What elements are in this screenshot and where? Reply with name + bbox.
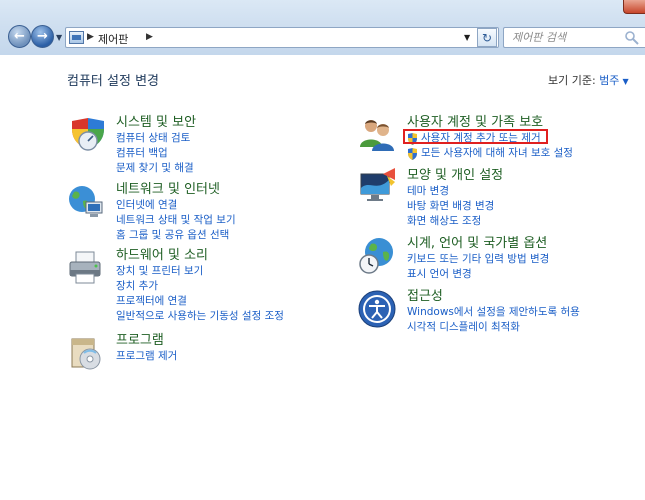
address-bar[interactable]: ▶ 제어판 ▶	[65, 27, 499, 48]
control-panel-icon	[69, 31, 84, 44]
link-mobility-settings[interactable]: 일반적으로 사용하는 기동성 설정 조정	[116, 309, 284, 324]
link-review-status[interactable]: 컴퓨터 상태 검토	[116, 131, 194, 146]
forward-arrow-icon[interactable]: →	[31, 25, 54, 48]
link-connect-internet[interactable]: 인터넷에 연결	[116, 198, 236, 213]
category-title[interactable]: 시스템 및 보안	[116, 115, 196, 130]
link-connect-projector[interactable]: 프로젝터에 연결	[116, 294, 284, 309]
uac-shield-icon	[408, 148, 417, 160]
link-screen-resolution[interactable]: 화면 해상도 조정	[407, 214, 494, 229]
link-homegroup[interactable]: 홈 그룹 및 공유 옵션 선택	[116, 228, 236, 243]
link-backup[interactable]: 컴퓨터 백업	[116, 146, 194, 161]
view-by-control[interactable]: 보기 기준: 범주 ▼	[548, 72, 629, 88]
breadcrumb-arrow-icon[interactable]: ▶	[146, 32, 153, 42]
link-change-keyboard[interactable]: 키보드 또는 기타 입력 방법 변경	[407, 252, 549, 267]
search-icon[interactable]	[624, 30, 640, 46]
users-icon[interactable]	[357, 115, 397, 155]
view-by-value[interactable]: 범주	[599, 74, 619, 87]
category-title[interactable]: 프로그램	[116, 333, 164, 348]
clock-globe-icon[interactable]	[357, 236, 397, 276]
back-arrow-icon[interactable]: ←	[8, 25, 31, 48]
page-title: 컴퓨터 설정 변경	[67, 74, 159, 89]
address-dropdown-icon[interactable]: ▼	[464, 33, 474, 43]
link-display-language[interactable]: 표시 언어 변경	[407, 267, 549, 282]
category-title[interactable]: 네트워크 및 인터넷	[116, 182, 220, 197]
link-suggest-settings[interactable]: Windows에서 설정을 제안하도록 허용	[407, 305, 580, 320]
category-title[interactable]: 시계, 언어 및 국가별 옵션	[407, 236, 547, 251]
category-title[interactable]: 접근성	[407, 289, 443, 304]
link-troubleshoot[interactable]: 문제 찾기 및 해결	[116, 161, 194, 176]
link-add-device[interactable]: 장치 추가	[116, 279, 284, 294]
link-change-theme[interactable]: 테마 변경	[407, 184, 494, 199]
recent-pages-dropdown-icon[interactable]: ▼	[56, 33, 64, 42]
refresh-icon[interactable]: ↻	[477, 28, 497, 47]
view-by-label: 보기 기준:	[548, 74, 596, 87]
link-devices-printers[interactable]: 장치 및 프린터 보기	[116, 264, 284, 279]
network-globe-icon[interactable]	[66, 182, 106, 222]
link-desktop-background[interactable]: 바탕 화면 배경 변경	[407, 199, 494, 214]
display-personalization-icon[interactable]	[357, 168, 397, 208]
highlight-box	[403, 129, 548, 144]
category-title[interactable]: 모양 및 개인 설정	[407, 168, 503, 183]
link-network-status[interactable]: 네트워크 상태 및 작업 보기	[116, 213, 236, 228]
programs-box-icon[interactable]	[66, 333, 106, 373]
security-shield-icon[interactable]	[66, 115, 106, 155]
category-title[interactable]: 하드웨어 및 소리	[116, 248, 208, 263]
link-optimize-display[interactable]: 시각적 디스플레이 최적화	[407, 320, 580, 335]
ease-of-access-icon[interactable]	[357, 289, 397, 329]
link-label[interactable]: 모든 사용자에 대해 자녀 보호 설정	[421, 147, 573, 159]
printer-icon[interactable]	[66, 248, 106, 288]
breadcrumb-arrow-icon[interactable]: ▶	[87, 32, 94, 42]
link-parental-controls[interactable]: 모든 사용자에 대해 자녀 보호 설정	[407, 146, 573, 161]
breadcrumb-control-panel[interactable]: 제어판	[98, 31, 128, 47]
close-button-corner[interactable]	[623, 0, 645, 14]
chevron-down-icon[interactable]: ▼	[622, 77, 628, 86]
link-uninstall-program[interactable]: 프로그램 제거	[116, 349, 177, 364]
category-title[interactable]: 사용자 계정 및 가족 보호	[407, 115, 543, 130]
navigation-bar: ← → ▼ ▶ 제어판 ▶ ▼ ↻	[0, 0, 645, 55]
